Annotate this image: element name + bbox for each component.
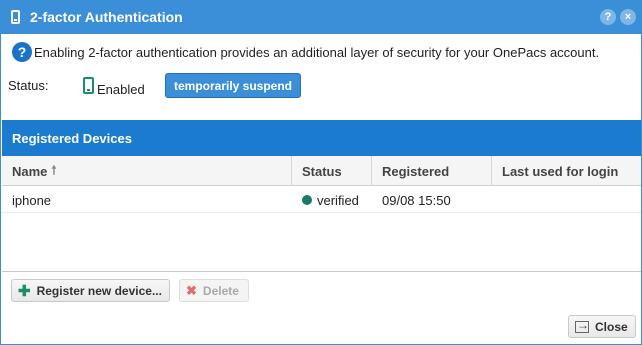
column-name-label: Name	[12, 163, 48, 179]
device-status: verified	[292, 187, 372, 213]
column-header-name[interactable]: Name 🠕	[2, 156, 292, 186]
delete-button-label: Delete	[202, 283, 239, 298]
column-header-status[interactable]: Status	[292, 156, 372, 186]
verified-status-icon	[302, 195, 312, 205]
device-last-used	[492, 187, 641, 213]
column-header-last-used[interactable]: Last used for login	[492, 156, 641, 186]
status-label: Status:	[8, 78, 49, 93]
column-header-registered[interactable]: Registered	[372, 156, 492, 186]
dialog-title: 2-factor Authentication	[30, 9, 183, 25]
info-message: ? Enabling 2-factor authentication provi…	[12, 42, 599, 62]
question-circle-icon: ?	[12, 42, 32, 62]
delete-button[interactable]: ✖ Delete	[179, 279, 249, 302]
help-icon[interactable]: ?	[600, 9, 616, 25]
x-icon: ✖	[186, 282, 197, 298]
registered-devices-header: Registered Devices	[2, 120, 641, 156]
info-text: Enabling 2-factor authentication provide…	[34, 44, 600, 60]
sort-ascending-icon: 🠕	[51, 162, 57, 177]
close-button[interactable]: Close	[568, 315, 636, 338]
device-name: iphone	[12, 192, 52, 208]
register-button-label: Register new device...	[36, 283, 162, 298]
device-status-label: verified	[317, 192, 359, 208]
register-new-device-button[interactable]: ✚ Register new device...	[11, 279, 170, 302]
phone-icon	[11, 10, 20, 24]
status-value: Enabled	[97, 82, 145, 97]
table-row[interactable]: iphone verified 09/08 15:50	[2, 187, 641, 213]
close-icon[interactable]: ×	[620, 9, 636, 25]
phone-icon	[83, 77, 94, 94]
device-registered: 09/08 15:50	[382, 192, 451, 208]
plus-icon: ✚	[18, 282, 31, 300]
close-button-label: Close	[595, 319, 628, 334]
toolbar-divider	[2, 271, 641, 272]
two-factor-dialog: 2-factor Authentication ? × ? Enabling 2…	[0, 0, 642, 345]
dialog-titlebar: 2-factor Authentication ? ×	[1, 1, 641, 34]
temporarily-suspend-button[interactable]: temporarily suspend	[165, 73, 301, 98]
devices-table-header: Name 🠕 Status Registered Last used for l…	[2, 156, 641, 186]
exit-icon	[575, 318, 589, 333]
